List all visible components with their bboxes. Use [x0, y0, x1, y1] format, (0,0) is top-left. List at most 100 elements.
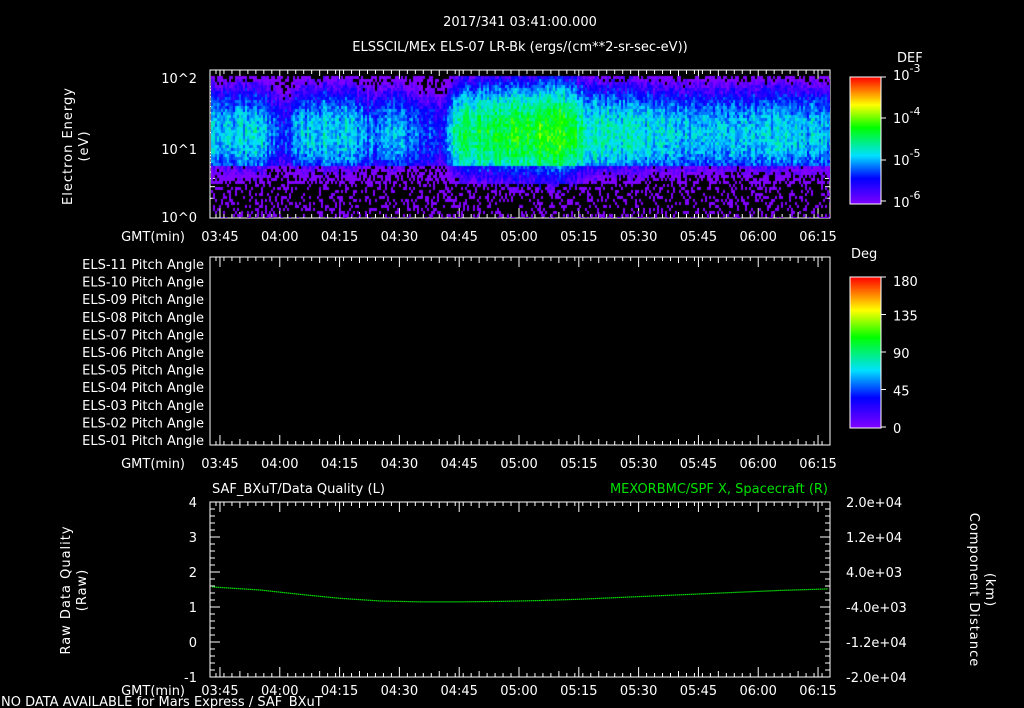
data-point [826, 588, 828, 590]
data-point [772, 590, 774, 592]
data-point [614, 597, 617, 599]
x-tick-label: 05:15 [560, 457, 597, 472]
y-tick-label-left: 1 [189, 601, 197, 616]
colorbar-label: 0 [893, 422, 901, 437]
data-point [477, 601, 479, 603]
x-tick-label: 05:45 [680, 230, 717, 245]
data-point [592, 598, 595, 600]
data-point [461, 601, 463, 603]
data-point [574, 598, 577, 600]
data-point [217, 586, 220, 588]
pitch-angle-row-label: ELS-04 Pitch Angle [82, 381, 204, 396]
x-tick-label: 05:30 [620, 230, 657, 245]
data-point [481, 601, 483, 603]
svg-text:Component Distance: Component Distance [966, 513, 981, 667]
data-point [413, 601, 415, 603]
data-point [453, 601, 455, 603]
x-tick-label: 05:45 [680, 684, 717, 699]
data-point [562, 599, 565, 601]
y-tick-label: 10^0 [161, 211, 197, 226]
data-point [495, 600, 497, 603]
x-tick-label: 05:30 [620, 684, 657, 699]
data-point [321, 595, 324, 598]
data-point [702, 593, 704, 595]
data-point [680, 594, 682, 596]
data-point [706, 593, 708, 595]
data-point [764, 590, 766, 592]
data-point [429, 601, 431, 603]
data-point [534, 600, 537, 602]
data-point [443, 601, 445, 603]
data-point [309, 594, 312, 596]
x-tick-label: 06:00 [739, 230, 776, 245]
spectrogram-image [211, 71, 830, 218]
data-point [742, 591, 744, 593]
data-point [664, 594, 667, 597]
data-point [784, 589, 786, 591]
data-point [700, 593, 702, 595]
data-point [269, 590, 272, 592]
data-point [267, 590, 270, 592]
data-point [211, 586, 214, 588]
data-point [315, 595, 318, 597]
data-point [572, 598, 575, 601]
data-point [596, 597, 599, 600]
data-point [760, 590, 762, 592]
data-point [301, 594, 304, 596]
data-point [606, 597, 609, 599]
data-point [640, 595, 643, 598]
data-point [329, 596, 332, 598]
y-tick-label-left: 4 [189, 496, 197, 511]
data-point [782, 589, 784, 591]
x-tick-label: 04:45 [440, 684, 477, 699]
data-point [734, 591, 736, 593]
data-point [586, 598, 589, 600]
x-tick-label: 05:30 [620, 457, 657, 472]
data-point [690, 593, 692, 595]
data-point [746, 591, 748, 593]
y-tick-label-left: -1 [184, 671, 197, 686]
data-point [740, 591, 742, 593]
data-point [750, 591, 752, 593]
data-point [550, 599, 553, 601]
data-point [754, 590, 756, 593]
data-point [644, 595, 647, 597]
data-point [493, 600, 495, 603]
data-point [519, 600, 521, 602]
data-point [768, 590, 770, 592]
data-point [634, 596, 637, 598]
data-point [285, 592, 288, 594]
data-point [594, 597, 597, 600]
data-point [479, 601, 481, 603]
colorbar-label: 10-6 [893, 189, 921, 211]
data-point [303, 594, 306, 596]
data-point [387, 600, 389, 602]
pitch-angle-panel: GMT(min) 03:45 04:00 04:15 04:30 04:45 05:00 05… [82, 256, 837, 472]
data-point [379, 600, 381, 602]
data-point [806, 588, 808, 591]
data-point [439, 601, 441, 603]
x-tick-label: 06:15 [799, 457, 836, 472]
data-point [822, 588, 824, 590]
data-point [808, 588, 810, 591]
data-point [283, 592, 286, 594]
data-point [421, 601, 423, 603]
pitch-angle-row-label: ELS-01 Pitch Angle [82, 434, 204, 449]
data-point [363, 599, 366, 601]
data-point [552, 599, 555, 601]
data-point [604, 597, 607, 599]
data-point [698, 593, 700, 595]
data-point [684, 593, 686, 596]
x-tick-label: 04:15 [321, 684, 358, 699]
data-point [810, 588, 812, 591]
data-point [722, 592, 724, 594]
y-tick-label-right: 1.2e+04 [846, 531, 902, 546]
data-point [628, 596, 631, 598]
x-tick-label: 03:45 [201, 230, 238, 245]
x-tick-label: 04:45 [440, 230, 477, 245]
data-point [273, 590, 276, 593]
data-point [235, 587, 238, 590]
quality-ylabel: Raw Data Quality (Raw) [59, 525, 90, 654]
data-point [349, 598, 352, 600]
data-point [427, 601, 429, 603]
